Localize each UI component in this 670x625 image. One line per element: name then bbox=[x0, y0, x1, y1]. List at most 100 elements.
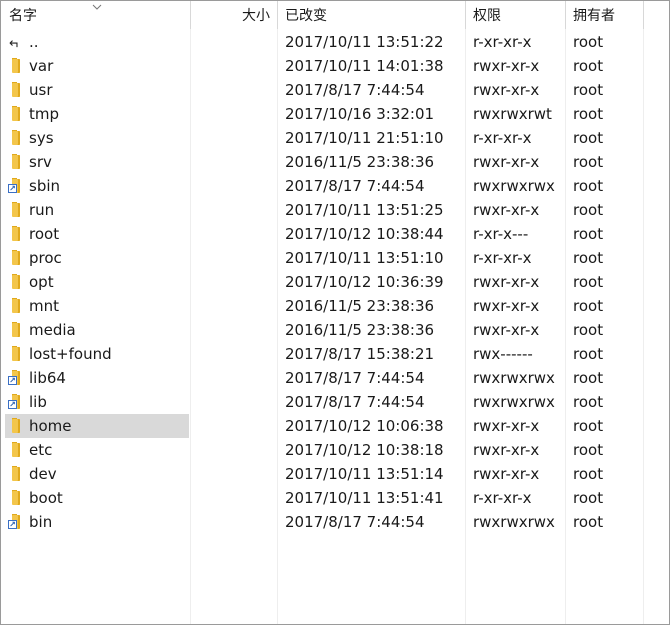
file-owner: root bbox=[573, 201, 604, 219]
file-owner: root bbox=[573, 177, 604, 195]
file-modified: 2017/10/11 13:51:41 bbox=[285, 489, 444, 507]
file-name: run bbox=[29, 201, 55, 219]
file-row[interactable]: sys 2017/10/11 21:51:10 r-xr-xr-x root bbox=[1, 126, 669, 150]
folder-link-icon: ↗ bbox=[8, 394, 23, 410]
column-header-row: 名字 大小 已改变 权限 拥有者 bbox=[1, 1, 669, 29]
folder-icon bbox=[9, 274, 23, 290]
file-owner: root bbox=[573, 57, 604, 75]
file-modified: 2017/10/11 13:51:25 bbox=[285, 201, 444, 219]
folder-icon bbox=[9, 82, 23, 98]
folder-icon bbox=[9, 58, 23, 74]
column-header-permissions[interactable]: 权限 bbox=[473, 1, 501, 29]
column-header-size[interactable]: 大小 bbox=[242, 1, 270, 29]
file-row[interactable]: var 2017/10/11 14:01:38 rwxr-xr-x root bbox=[1, 54, 669, 78]
file-row[interactable]: ↗ lib64 2017/8/17 7:44:54 rwxrwxrwx root bbox=[1, 366, 669, 390]
file-owner: root bbox=[573, 105, 604, 123]
file-row[interactable]: ↗ sbin 2017/8/17 7:44:54 rwxrwxrwx root bbox=[1, 174, 669, 198]
file-row[interactable]: ↗ lib 2017/8/17 7:44:54 rwxrwxrwx root bbox=[1, 390, 669, 414]
folder-icon bbox=[9, 250, 23, 266]
file-permissions: rwxrwxrwx bbox=[473, 369, 555, 387]
file-name: root bbox=[29, 225, 60, 243]
file-name: .. bbox=[29, 33, 39, 51]
file-row[interactable]: run 2017/10/11 13:51:25 rwxr-xr-x root bbox=[1, 198, 669, 222]
folder-icon bbox=[9, 226, 23, 242]
file-modified: 2017/8/17 7:44:54 bbox=[285, 513, 425, 531]
file-row[interactable]: root 2017/10/12 10:38:44 r-xr-x--- root bbox=[1, 222, 669, 246]
file-owner: root bbox=[573, 441, 604, 459]
folder-icon bbox=[9, 130, 23, 146]
file-row[interactable]: mnt 2016/11/5 23:38:36 rwxr-xr-x root bbox=[1, 294, 669, 318]
column-divider[interactable] bbox=[277, 1, 278, 29]
folder-icon bbox=[9, 442, 23, 458]
sort-descending-icon bbox=[92, 4, 102, 10]
file-modified: 2017/10/12 10:06:38 bbox=[285, 417, 444, 435]
file-row[interactable]: opt 2017/10/12 10:36:39 rwxr-xr-x root bbox=[1, 270, 669, 294]
column-divider[interactable] bbox=[190, 1, 191, 29]
folder-icon bbox=[9, 202, 23, 218]
file-modified: 2016/11/5 23:38:36 bbox=[285, 153, 435, 171]
file-name: media bbox=[29, 321, 76, 339]
file-owner: root bbox=[573, 513, 604, 531]
file-modified: 2017/10/11 21:51:10 bbox=[285, 129, 444, 147]
column-header-owner[interactable]: 拥有者 bbox=[573, 1, 615, 29]
file-name: mnt bbox=[29, 297, 59, 315]
file-owner: root bbox=[573, 153, 604, 171]
file-permissions: rwxr-xr-x bbox=[473, 57, 540, 75]
file-permissions: rwxr-xr-x bbox=[473, 321, 540, 339]
file-permissions: rwxr-xr-x bbox=[473, 201, 540, 219]
file-owner: root bbox=[573, 273, 604, 291]
file-owner: root bbox=[573, 321, 604, 339]
file-name: var bbox=[29, 57, 54, 75]
file-owner: root bbox=[573, 249, 604, 267]
file-name: usr bbox=[29, 81, 53, 99]
file-row[interactable]: boot 2017/10/11 13:51:41 r-xr-xr-x root bbox=[1, 486, 669, 510]
file-row[interactable]: home 2017/10/12 10:06:38 rwxr-xr-x root bbox=[1, 414, 669, 438]
file-modified: 2017/10/11 13:51:22 bbox=[285, 33, 444, 51]
folder-link-icon: ↗ bbox=[8, 178, 23, 194]
folder-icon bbox=[9, 298, 23, 314]
file-owner: root bbox=[573, 345, 604, 363]
folder-icon bbox=[9, 154, 23, 170]
file-row[interactable]: media 2016/11/5 23:38:36 rwxr-xr-x root bbox=[1, 318, 669, 342]
file-owner: root bbox=[573, 393, 604, 411]
file-name: lib bbox=[29, 393, 47, 411]
column-header-modified[interactable]: 已改变 bbox=[285, 1, 327, 29]
file-modified: 2017/8/17 7:44:54 bbox=[285, 393, 425, 411]
file-modified: 2016/11/5 23:38:36 bbox=[285, 297, 435, 315]
file-permissions: rwxr-xr-x bbox=[473, 465, 540, 483]
file-row[interactable]: ↵.. 2017/10/11 13:51:22 r-xr-xr-x root bbox=[1, 30, 669, 54]
folder-icon bbox=[9, 322, 23, 338]
file-name: boot bbox=[29, 489, 63, 507]
file-row[interactable]: srv 2016/11/5 23:38:36 rwxr-xr-x root bbox=[1, 150, 669, 174]
file-row[interactable]: ↗ bin 2017/8/17 7:44:54 rwxrwxrwx root bbox=[1, 510, 669, 534]
file-row[interactable]: tmp 2017/10/16 3:32:01 rwxrwxrwt root bbox=[1, 102, 669, 126]
file-owner: root bbox=[573, 225, 604, 243]
file-permissions: rwxrwxrwx bbox=[473, 393, 555, 411]
file-name: sys bbox=[29, 129, 54, 147]
file-row[interactable]: dev 2017/10/11 13:51:14 rwxr-xr-x root bbox=[1, 462, 669, 486]
file-permissions: rwxrwxrwt bbox=[473, 105, 552, 123]
file-modified: 2017/8/17 7:44:54 bbox=[285, 177, 425, 195]
file-permissions: rwxr-xr-x bbox=[473, 441, 540, 459]
file-owner: root bbox=[573, 489, 604, 507]
file-permissions: rwxr-xr-x bbox=[473, 153, 540, 171]
file-permissions: rwx------ bbox=[473, 345, 533, 363]
file-owner: root bbox=[573, 33, 604, 51]
file-row[interactable]: lost+found 2017/8/17 15:38:21 rwx------ roo… bbox=[1, 342, 669, 366]
column-divider[interactable] bbox=[465, 1, 466, 29]
file-row[interactable]: proc 2017/10/11 13:51:10 r-xr-xr-x root bbox=[1, 246, 669, 270]
column-divider[interactable] bbox=[565, 1, 566, 29]
file-permissions: rwxr-xr-x bbox=[473, 273, 540, 291]
file-permissions: rwxr-xr-x bbox=[473, 297, 540, 315]
file-row[interactable]: etc 2017/10/12 10:38:18 rwxr-xr-x root bbox=[1, 438, 669, 462]
file-owner: root bbox=[573, 297, 604, 315]
folder-icon bbox=[9, 106, 23, 122]
file-modified: 2017/10/16 3:32:01 bbox=[285, 105, 435, 123]
file-name: proc bbox=[29, 249, 62, 267]
column-divider[interactable] bbox=[643, 1, 644, 29]
column-header-name[interactable]: 名字 bbox=[9, 1, 37, 29]
file-owner: root bbox=[573, 81, 604, 99]
file-modified: 2016/11/5 23:38:36 bbox=[285, 321, 435, 339]
file-row[interactable]: usr 2017/8/17 7:44:54 rwxr-xr-x root bbox=[1, 78, 669, 102]
folder-link-icon: ↗ bbox=[8, 514, 23, 530]
